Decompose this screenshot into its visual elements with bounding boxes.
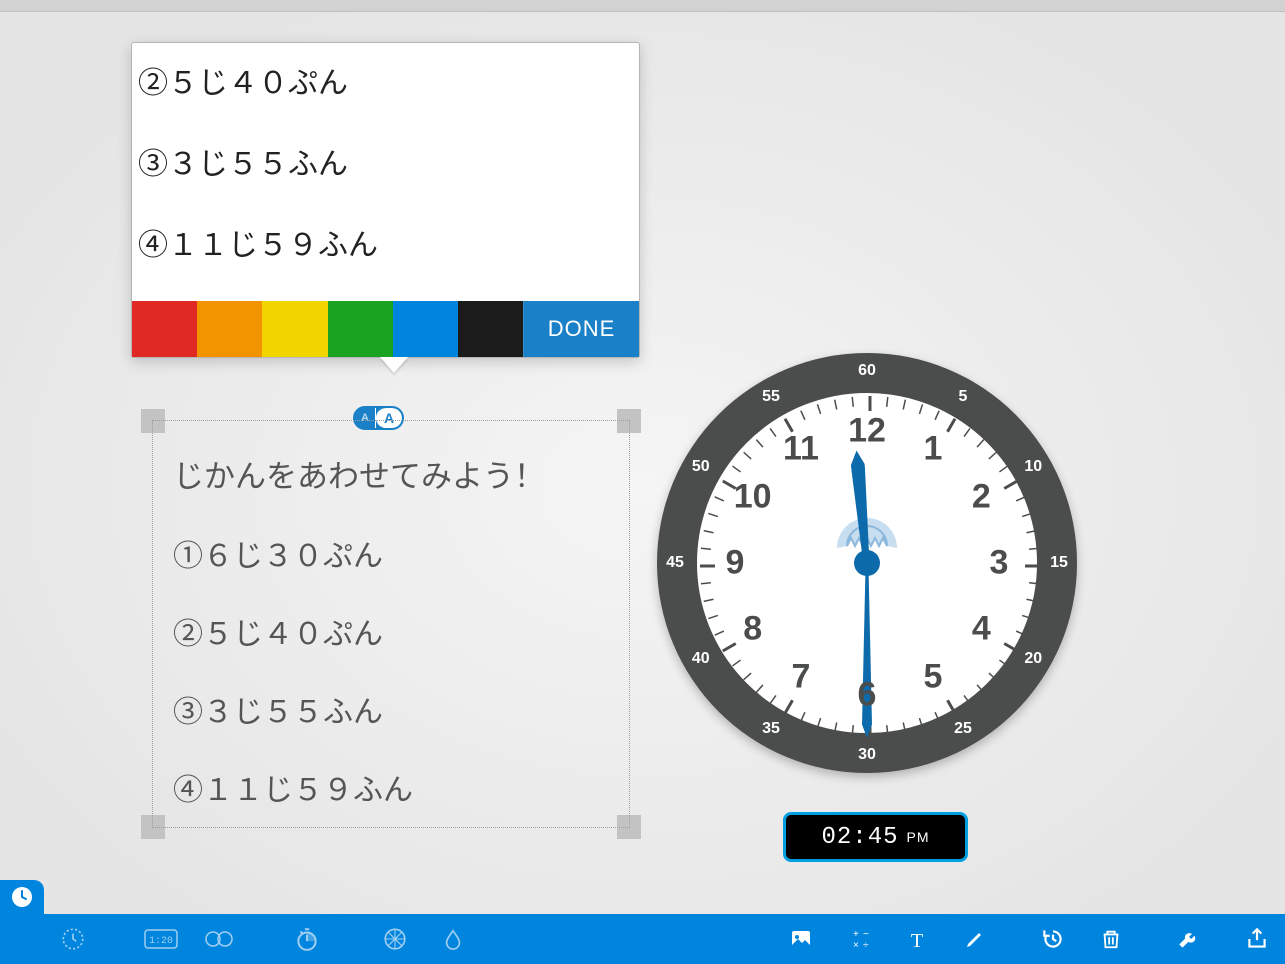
spacer [336, 914, 366, 964]
minute-number: 50 [692, 458, 710, 476]
color-blue[interactable] [393, 301, 458, 357]
tool-pencil[interactable] [946, 914, 1004, 964]
toolbar-notch[interactable] [0, 880, 44, 914]
text-icon: T [905, 927, 929, 951]
hour-number: 10 [734, 478, 772, 517]
tool-elapsed[interactable] [190, 914, 248, 964]
minute-number: 10 [1024, 458, 1042, 476]
clock-hub [854, 550, 880, 576]
tool-share[interactable] [1228, 914, 1285, 964]
digital-clock-icon: 1:20 [144, 929, 178, 949]
minute-number: 55 [762, 388, 780, 406]
digital-clock[interactable]: 02:45 PM [783, 812, 968, 862]
stopwatch-icon [294, 926, 320, 952]
minute-number: 30 [858, 746, 876, 764]
drop-icon [442, 926, 464, 952]
hour-number: 3 [990, 544, 1009, 583]
minute-number: 25 [954, 720, 972, 738]
color-green[interactable] [328, 301, 393, 357]
minute-number: 5 [959, 388, 968, 406]
minute-number: 15 [1050, 554, 1068, 572]
hour-number: 12 [848, 412, 886, 451]
color-red[interactable] [132, 301, 197, 357]
tool-stopwatch[interactable] [278, 914, 336, 964]
minute-number: 35 [762, 720, 780, 738]
clock-icon [10, 885, 34, 909]
editor-line[interactable]: ④１１じ５９ふん [138, 205, 639, 286]
digital-time: 02:45 [821, 824, 898, 851]
color-orange[interactable] [197, 301, 262, 357]
svg-text:×: × [853, 940, 859, 951]
wrench-icon [1176, 926, 1202, 952]
digital-ampm: PM [907, 829, 930, 845]
hour-number: 5 [924, 658, 943, 697]
spacer [1218, 914, 1228, 964]
wnd-title-strip [0, 0, 1285, 12]
svg-text:+: + [853, 929, 859, 940]
bottom-toolbar: 1:20 +−× ÷ T [0, 914, 1285, 964]
color-yellow[interactable] [262, 301, 327, 357]
tool-wrench[interactable] [1160, 914, 1218, 964]
svg-text:T: T [911, 930, 923, 951]
hour-number: 9 [726, 544, 745, 583]
minute-number: 20 [1024, 650, 1042, 668]
math-operations-icon: +−× ÷ [847, 927, 871, 951]
text-block-title: じかんをあわせてみよう！ [173, 437, 609, 518]
text-block-line: ④１１じ５９ふん [173, 752, 609, 830]
trash-icon [1100, 927, 1122, 951]
spacer [1004, 914, 1024, 964]
tool-trash[interactable] [1082, 914, 1140, 964]
elapsed-time-icon [204, 929, 234, 949]
text-block-line: ②５じ４０ぷん [173, 596, 609, 674]
hour-number: 2 [972, 478, 991, 517]
image-icon [789, 927, 813, 951]
tool-image[interactable] [772, 914, 830, 964]
tool-history[interactable] [1024, 914, 1082, 964]
dashed-clock-icon [60, 926, 86, 952]
color-black[interactable] [458, 301, 523, 357]
fraction-circle-icon [382, 926, 408, 952]
minute-number: 60 [858, 362, 876, 380]
text-block-line: ③３じ５５ふん [173, 674, 609, 752]
spacer [102, 914, 132, 964]
share-icon [1244, 926, 1270, 952]
hour-number: 7 [792, 658, 811, 697]
tool-drop[interactable] [424, 914, 482, 964]
analog-clock[interactable]: 60510152025303540455055121234567891011 [657, 353, 1077, 773]
pencil-icon [963, 927, 987, 951]
editor-line[interactable]: ②５じ４０ぷん [138, 43, 639, 124]
hour-number: 8 [743, 610, 762, 649]
spacer [0, 914, 44, 964]
hour-number: 1 [924, 429, 943, 468]
tool-operations[interactable]: +−× ÷ [830, 914, 888, 964]
spacer [248, 914, 278, 964]
workspace-canvas[interactable]: ②５じ４０ぷん ③３じ５５ふん ④１１じ５９ふん DONE A A [0, 12, 1285, 964]
tool-text[interactable]: T [888, 914, 946, 964]
svg-text:−: − [863, 929, 869, 940]
editor-textarea[interactable]: ②５じ４０ぷん ③３じ５５ふん ④１１じ５９ふん [132, 43, 639, 301]
hour-number: 11 [783, 429, 819, 468]
text-block-line: ①６じ３０ぷん [173, 518, 609, 596]
editor-line[interactable]: ③３じ５５ふん [138, 124, 639, 205]
done-button[interactable]: DONE [523, 301, 639, 357]
text-block[interactable]: じかんをあわせてみよう！ ①６じ３０ぷん ②５じ４０ぷん ③３じ５５ふん ④１１… [152, 420, 630, 828]
tool-analog-empty[interactable] [44, 914, 102, 964]
svg-text:÷: ÷ [863, 940, 869, 951]
spacer [482, 914, 772, 964]
minute-number: 45 [666, 554, 684, 572]
tool-fraction[interactable] [366, 914, 424, 964]
minute-number: 40 [692, 650, 710, 668]
text-editor-popup: ②５じ４０ぷん ③３じ５５ふん ④１１じ５９ふん DONE [131, 42, 640, 358]
hour-number: 6 [858, 676, 877, 715]
tool-digital[interactable]: 1:20 [132, 914, 190, 964]
history-icon [1040, 926, 1066, 952]
popup-tail [380, 357, 408, 373]
svg-text:1:20: 1:20 [149, 936, 173, 947]
text-block-selection[interactable]: A A じかんをあわせてみよう！ ①６じ３０ぷん ②５じ４０ぷん ③３じ５５ふん… [141, 409, 641, 839]
spacer [1140, 914, 1160, 964]
hour-number: 4 [972, 610, 991, 649]
